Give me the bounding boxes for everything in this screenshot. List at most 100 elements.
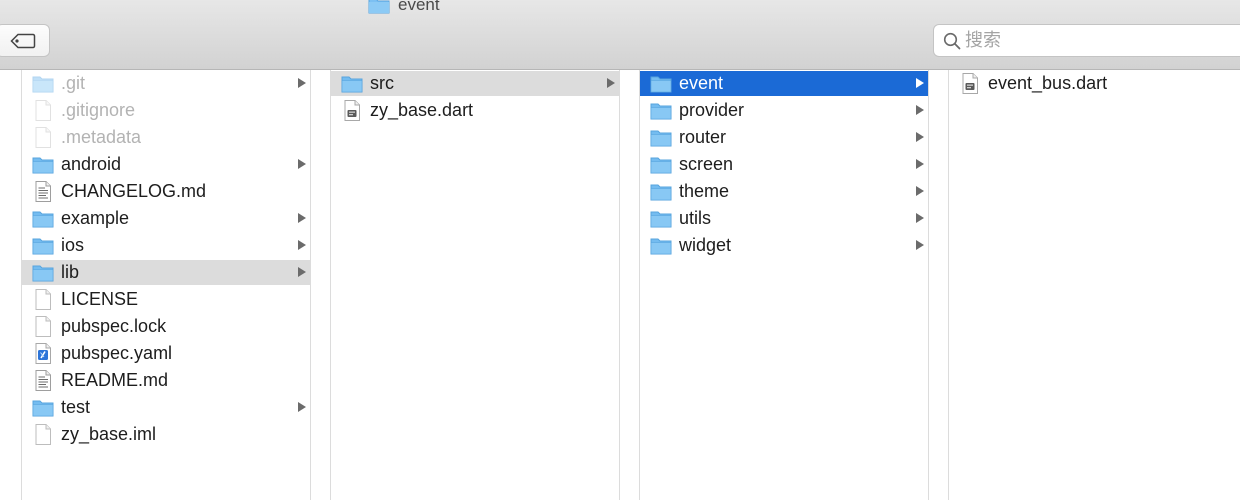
disclosure-arrow-icon[interactable] bbox=[298, 213, 306, 223]
item-label: android bbox=[61, 154, 122, 174]
item-label: .gitignore bbox=[61, 100, 136, 120]
item-label: zy_base.iml bbox=[61, 424, 157, 444]
folder-row-widget[interactable]: widget bbox=[640, 233, 928, 258]
item-label: lib bbox=[61, 262, 80, 282]
column-src[interactable]: event provider router screen theme utils widge… bbox=[640, 70, 929, 500]
item-label: CHANGELOG.md bbox=[61, 181, 207, 201]
folder-row-lib[interactable]: lib bbox=[22, 260, 310, 285]
file-row-zy-base-dart[interactable]: zy_base.dart bbox=[331, 98, 619, 123]
disclosure-arrow-icon[interactable] bbox=[916, 78, 924, 88]
item-label: theme bbox=[679, 181, 730, 201]
item-label: example bbox=[61, 208, 130, 228]
folder-row-ios[interactable]: ios bbox=[22, 233, 310, 258]
folder-icon bbox=[650, 235, 672, 256]
column-gap bbox=[311, 70, 331, 500]
folder-icon bbox=[650, 154, 672, 175]
document-icon bbox=[32, 100, 54, 121]
folder-icon bbox=[341, 73, 363, 94]
disclosure-arrow-icon[interactable] bbox=[298, 78, 306, 88]
item-label: screen bbox=[679, 154, 734, 174]
folder-row-router[interactable]: router bbox=[640, 125, 928, 150]
folder-row-example[interactable]: example bbox=[22, 206, 310, 231]
file-row-zy-base-iml[interactable]: zy_base.iml bbox=[22, 422, 310, 447]
folder-row-provider[interactable]: provider bbox=[640, 98, 928, 123]
item-label: utils bbox=[679, 208, 712, 228]
item-label: router bbox=[679, 127, 727, 147]
document-icon bbox=[32, 316, 54, 337]
window-toolbar: event bbox=[0, 0, 1240, 70]
file-row-pubspec-yaml[interactable]: pubspec.yaml bbox=[22, 341, 310, 366]
item-label: zy_base.dart bbox=[370, 100, 474, 120]
disclosure-arrow-icon[interactable] bbox=[607, 78, 615, 88]
item-label: ios bbox=[61, 235, 85, 255]
file-row-readme-md[interactable]: README.md bbox=[22, 368, 310, 393]
window-title-text: event bbox=[398, 0, 440, 14]
item-label: src bbox=[370, 73, 394, 93]
folder-icon bbox=[650, 100, 672, 121]
disclosure-arrow-icon[interactable] bbox=[298, 159, 306, 169]
disclosure-arrow-icon[interactable] bbox=[916, 105, 924, 115]
disclosure-arrow-icon[interactable] bbox=[298, 240, 306, 250]
document-icon bbox=[32, 424, 54, 445]
file-row-dot-gitignore[interactable]: .gitignore bbox=[22, 98, 310, 123]
column-lib[interactable]: src zy_base.dart bbox=[331, 70, 620, 500]
folder-icon bbox=[32, 397, 54, 418]
search-box[interactable] bbox=[933, 24, 1240, 57]
file-row-license[interactable]: LICENSE bbox=[22, 287, 310, 312]
window-title: event bbox=[368, 0, 440, 16]
item-label: widget bbox=[679, 235, 732, 255]
folder-icon bbox=[650, 208, 672, 229]
tag-button[interactable] bbox=[0, 24, 50, 57]
item-label: .git bbox=[61, 73, 86, 93]
dart-file-icon bbox=[341, 100, 363, 121]
document-icon bbox=[32, 289, 54, 310]
folder-icon bbox=[650, 73, 672, 94]
file-row-changelog-md[interactable]: CHANGELOG.md bbox=[22, 179, 310, 204]
item-label: LICENSE bbox=[61, 289, 139, 309]
disclosure-arrow-icon[interactable] bbox=[916, 132, 924, 142]
disclosure-arrow-icon[interactable] bbox=[916, 213, 924, 223]
column-event[interactable]: event_bus.dart bbox=[949, 70, 1240, 500]
folder-row-event[interactable]: event bbox=[640, 71, 928, 96]
file-row-dot-metadata[interactable]: .metadata bbox=[22, 125, 310, 150]
folder-row-src[interactable]: src bbox=[331, 71, 619, 96]
text-document-icon bbox=[32, 181, 54, 202]
folder-row-utils[interactable]: utils bbox=[640, 206, 928, 231]
folder-icon bbox=[32, 73, 54, 94]
folder-row-theme[interactable]: theme bbox=[640, 179, 928, 204]
column-edge-left bbox=[0, 70, 22, 500]
item-label: event bbox=[679, 73, 724, 93]
folder-row-android[interactable]: android bbox=[22, 152, 310, 177]
folder-row-dot-git[interactable]: .git bbox=[22, 71, 310, 96]
folder-icon bbox=[368, 0, 390, 14]
folder-icon bbox=[32, 208, 54, 229]
item-label: pubspec.yaml bbox=[61, 343, 173, 363]
file-row-pubspec-lock[interactable]: pubspec.lock bbox=[22, 314, 310, 339]
disclosure-arrow-icon[interactable] bbox=[916, 240, 924, 250]
text-document-icon bbox=[32, 370, 54, 391]
column-root[interactable]: .git .gitignore .metadata android CHANGELOG.… bbox=[22, 70, 311, 500]
tag-icon bbox=[10, 33, 36, 48]
item-label: .metadata bbox=[61, 127, 142, 147]
folder-icon bbox=[32, 154, 54, 175]
folder-row-screen[interactable]: screen bbox=[640, 152, 928, 177]
disclosure-arrow-icon[interactable] bbox=[916, 186, 924, 196]
column-gap bbox=[929, 70, 949, 500]
dart-file-icon bbox=[959, 73, 981, 94]
item-label: test bbox=[61, 397, 91, 417]
disclosure-arrow-icon[interactable] bbox=[298, 267, 306, 277]
column-gap bbox=[620, 70, 640, 500]
disclosure-arrow-icon[interactable] bbox=[298, 402, 306, 412]
folder-icon bbox=[32, 262, 54, 283]
folder-row-test[interactable]: test bbox=[22, 395, 310, 420]
item-label: README.md bbox=[61, 370, 169, 390]
file-row-event-bus-dart[interactable]: event_bus.dart bbox=[949, 71, 1240, 96]
folder-icon bbox=[650, 181, 672, 202]
search-icon bbox=[943, 32, 961, 49]
search-input[interactable] bbox=[965, 30, 1225, 51]
folder-icon bbox=[650, 127, 672, 148]
yaml-file-icon bbox=[32, 343, 54, 364]
disclosure-arrow-icon[interactable] bbox=[916, 159, 924, 169]
item-label: pubspec.lock bbox=[61, 316, 167, 336]
document-icon bbox=[32, 127, 54, 148]
